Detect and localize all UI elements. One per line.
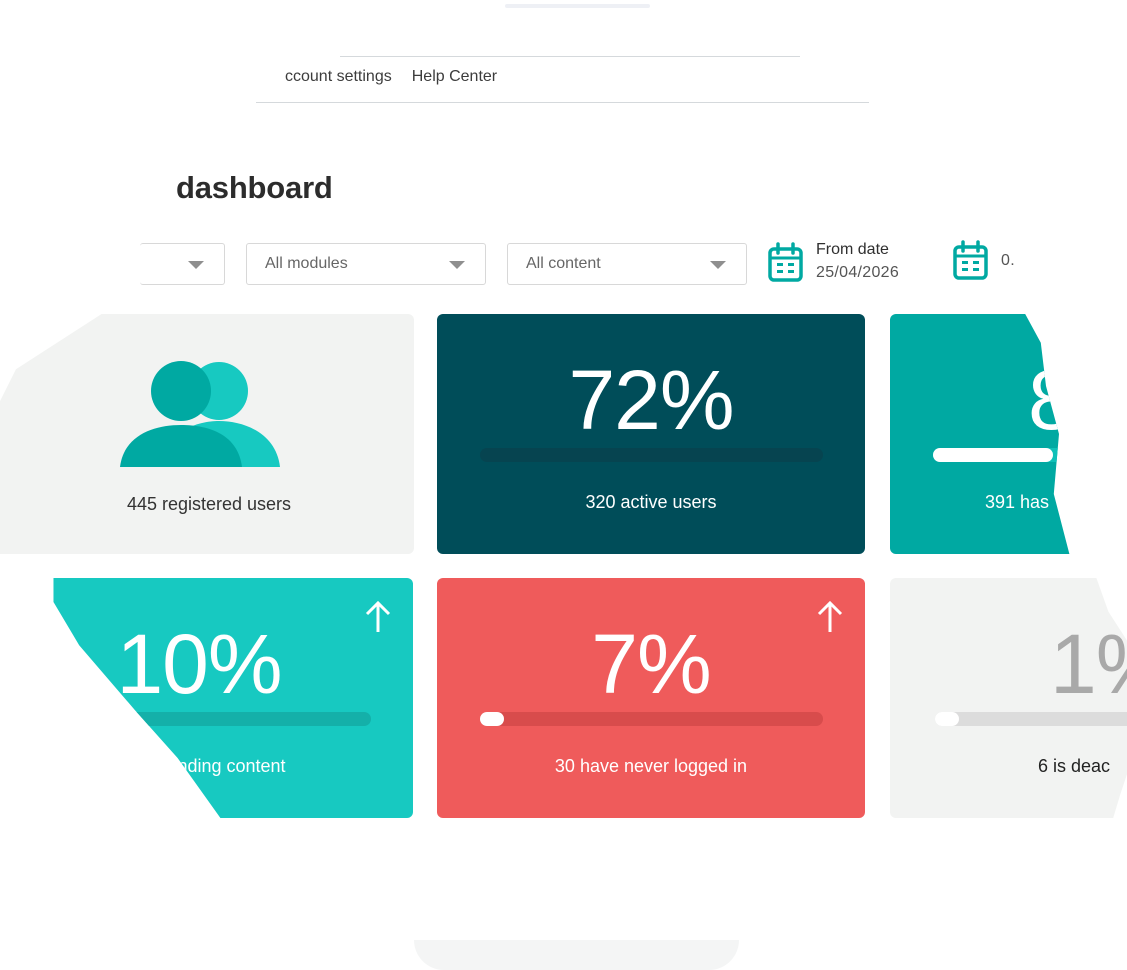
from-date-picker[interactable]: From date 25/04/2026 [767,240,899,286]
deactivated-progress-bar [935,712,1127,726]
top-decoration [505,4,650,8]
never-logged-in-progress-bar [480,712,823,726]
card-has[interactable]: 8 391 has [890,314,1074,554]
active-users-percent: 72% [568,353,734,447]
divider [340,56,800,57]
card-never-logged-in[interactable]: 7% 30 have never logged in [437,578,865,818]
never-logged-in-caption: 30 have never logged in [554,756,748,776]
filter-select-first[interactable] [140,243,225,285]
filter-select-modules[interactable]: All modules [246,243,486,285]
calendar-icon [953,240,988,280]
trending-caption: ending content [167,756,286,776]
trending-progress-bar [53,712,371,726]
users-icon [120,361,280,467]
nav-help-center[interactable]: Help Center [412,68,497,86]
card-deactivated[interactable]: 1% 6 is deac [890,578,1127,818]
filter-select-value: All content [526,255,601,272]
deactivated-percent: 1% [1050,617,1127,711]
bottom-decoration [414,940,739,970]
active-users-caption: 320 active users [585,492,717,512]
page-title: dashboard [176,170,333,205]
to-date-value: 0. [1001,252,1015,269]
has-progress-bar [933,448,1070,462]
trending-percent: 10% [116,617,282,711]
nav-account-settings[interactable]: ccount settings [285,68,392,86]
chevron-down-icon [188,261,204,269]
never-logged-in-percent: 7% [591,617,711,711]
progress-fill [933,448,1053,462]
filter-select-value: All modules [265,255,348,272]
has-percent: 8 [1028,353,1074,447]
to-date-picker[interactable]: 0. [952,240,1015,282]
progress-fill [935,712,959,726]
from-date-value: 25/04/2026 [816,264,900,281]
chevron-down-icon [710,261,726,269]
filter-select-content[interactable]: All content [507,243,747,285]
progress-fill [480,712,504,726]
calendar-icon [768,242,803,282]
deactivated-caption: 6 is deac [1038,756,1111,776]
chevron-down-icon [449,261,465,269]
has-caption: 391 has [985,492,1050,512]
top-nav: ccount settings Help Center [285,68,497,86]
card-registered-users[interactable]: 445 registered users [0,314,414,554]
divider [256,102,869,103]
card-active-users[interactable]: 72% 320 active users [437,314,865,554]
active-users-progress-bar [480,448,823,462]
from-date-label: From date [816,241,889,258]
card-trending-content[interactable]: 10% ending content [53,578,413,818]
registered-users-caption: 445 registered users [126,494,292,514]
